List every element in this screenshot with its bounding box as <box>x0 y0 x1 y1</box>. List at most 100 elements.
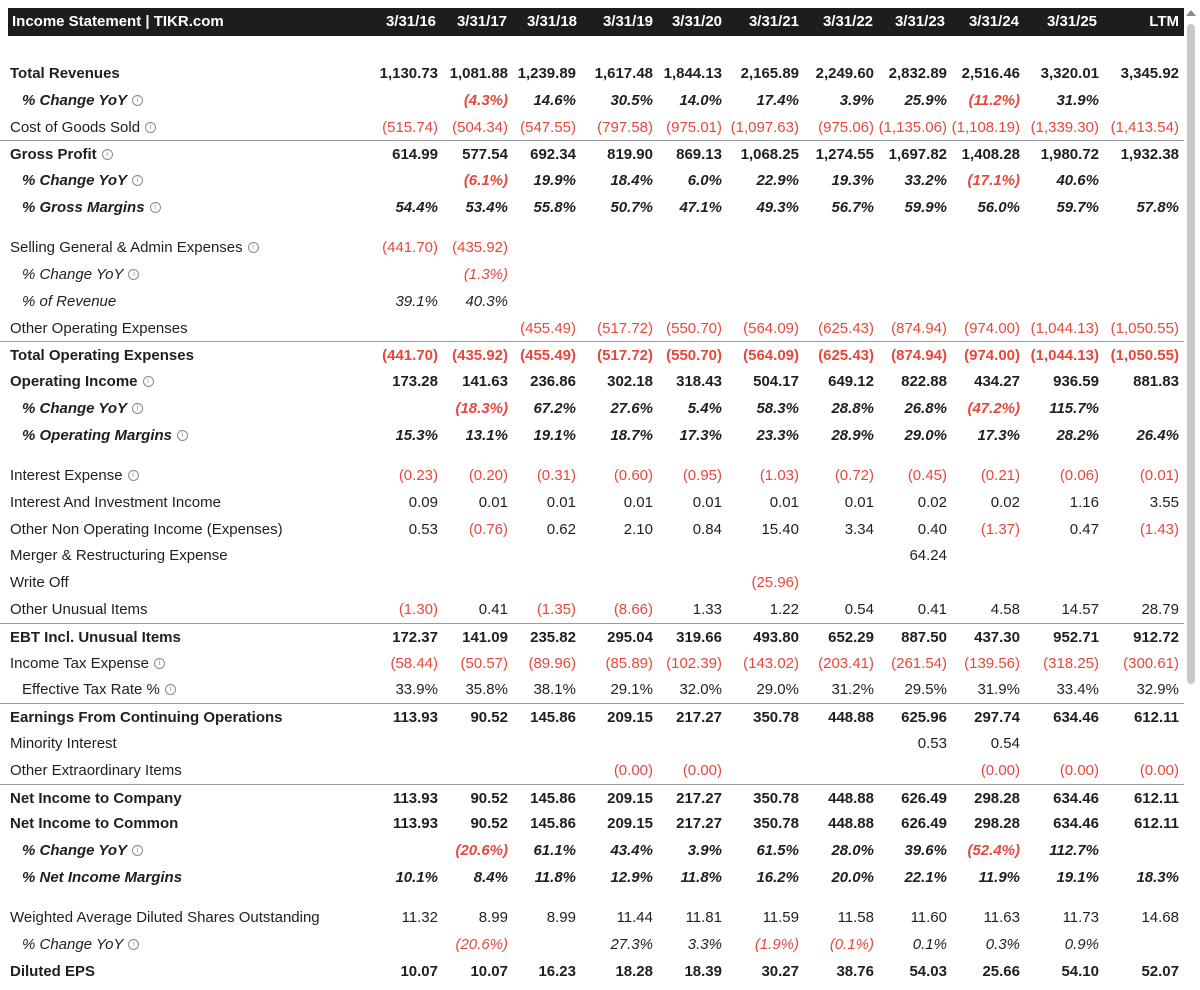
info-icon[interactable]: i <box>132 845 144 856</box>
row-label-text: Write Off <box>10 574 69 591</box>
column-header[interactable]: 3/31/18 <box>527 8 577 36</box>
table-row: Earnings From Continuing Operations 113.9… <box>0 703 1184 731</box>
table-cell: 11.59 <box>762 909 799 926</box>
info-icon[interactable]: i <box>164 684 176 695</box>
table-cell: (102.39) <box>666 655 722 672</box>
info-icon[interactable]: i <box>132 175 144 186</box>
column-header[interactable]: 3/31/20 <box>672 8 722 36</box>
table-cell: (89.96) <box>528 655 576 672</box>
info-icon[interactable]: i <box>132 95 144 106</box>
table-cell: 217.27 <box>676 709 722 726</box>
table-cell: (25.96) <box>751 574 799 591</box>
row-label: Merger & Restructuring Expense <box>10 542 228 569</box>
table-row: Weighted Average Diluted Shares Outstand… <box>0 904 1184 931</box>
table-row: % Change YoY i (1.3%) <box>0 261 1184 288</box>
info-icon[interactable]: i <box>101 149 113 160</box>
table-cell: (1.9%) <box>754 936 799 953</box>
info-icon[interactable]: i <box>153 658 165 669</box>
row-label-text: Selling General & Admin Expenses <box>10 239 243 256</box>
column-header[interactable]: 3/31/16 <box>386 8 436 36</box>
table-cell: 141.63 <box>462 373 508 390</box>
table-cell: 22.1% <box>904 869 947 886</box>
table-cell: (58.44) <box>390 655 438 672</box>
column-header[interactable]: 3/31/21 <box>749 8 799 36</box>
column-header[interactable]: 3/31/19 <box>603 8 653 36</box>
table-row: Operating Income i 173.28 141.63 236.86 302.1… <box>0 368 1184 395</box>
column-header[interactable]: 3/31/17 <box>457 8 507 36</box>
table-cell: (435.92) <box>452 347 508 364</box>
info-icon[interactable]: i <box>128 269 140 280</box>
row-label-text: Net Income to Common <box>10 815 179 832</box>
table-cell: 113.93 <box>392 709 438 726</box>
row-label-text: % Change YoY <box>22 936 124 953</box>
table-cell: 16.23 <box>538 963 576 980</box>
table-cell: 3,320.01 <box>1040 65 1099 82</box>
info-icon[interactable]: i <box>127 470 139 481</box>
info-icon[interactable]: i <box>247 242 259 253</box>
row-label: Other Unusual Items <box>10 596 148 623</box>
table-row: Net Income to Company 113.93 90.52 145.86 20… <box>0 784 1184 812</box>
row-label-text: Other Extraordinary Items <box>10 762 182 779</box>
scrollbar-thumb[interactable] <box>1187 24 1195 684</box>
info-icon[interactable]: i <box>177 430 189 441</box>
table-cell: (1,050.55) <box>1110 320 1179 337</box>
table-cell: 28.9% <box>831 427 874 444</box>
table-cell: 11.63 <box>983 909 1020 926</box>
table-cell: (975.06) <box>818 119 874 136</box>
table-cell: 1,408.28 <box>961 146 1020 163</box>
row-label: % Change YoY i <box>22 87 144 114</box>
table-cell: 11.73 <box>1062 909 1099 926</box>
row-label-text: Other Unusual Items <box>10 601 148 618</box>
table-cell: 504.17 <box>753 373 799 390</box>
table-cell: 692.34 <box>530 146 576 163</box>
table-cell: 29.0% <box>756 681 799 698</box>
table-cell: 145.86 <box>530 815 576 832</box>
row-label-text: Weighted Average Diluted Shares Outstand… <box>10 909 320 926</box>
table-cell: 18.7% <box>610 427 653 444</box>
table-cell: 634.46 <box>1053 709 1099 726</box>
table-cell: 57.8% <box>1136 199 1179 216</box>
row-label-text: % Change YoY <box>22 266 124 283</box>
table-cell: (17.1%) <box>967 172 1020 189</box>
column-header[interactable]: 3/31/23 <box>895 8 945 36</box>
table-cell: (203.41) <box>818 655 874 672</box>
table-cell: 14.6% <box>533 92 576 109</box>
row-label: % of Revenue <box>22 288 116 315</box>
info-icon[interactable]: i <box>132 403 144 414</box>
column-header[interactable]: LTM <box>1149 8 1179 36</box>
table-row: % Gross Margins i 54.4% 53.4% 55.8% 50.7% 47.1… <box>0 194 1184 221</box>
table-cell: 27.6% <box>610 400 653 417</box>
table-cell: 0.54 <box>844 601 874 618</box>
table-cell: (504.34) <box>452 119 508 136</box>
row-label-text: Effective Tax Rate % <box>22 681 160 698</box>
table-cell: 819.90 <box>607 146 653 163</box>
table-cell: (20.6%) <box>455 936 508 953</box>
scroll-up-arrow-icon[interactable] <box>1186 10 1196 16</box>
row-label: Interest Expense i <box>10 462 139 489</box>
table-cell: 43.4% <box>610 842 653 859</box>
table-cell: (0.01) <box>1139 467 1179 484</box>
table-cell: 0.02 <box>917 494 947 511</box>
table-cell: 1,617.48 <box>594 65 653 82</box>
row-label-text: Other Operating Expenses <box>10 320 188 337</box>
table-cell: 173.28 <box>392 373 438 390</box>
table-cell: 3,345.92 <box>1120 65 1179 82</box>
column-header[interactable]: 3/31/25 <box>1047 8 1097 36</box>
info-icon[interactable]: i <box>142 376 154 387</box>
table-cell: (85.89) <box>605 655 653 672</box>
vertical-scrollbar[interactable] <box>1186 10 1196 990</box>
table-cell: (797.58) <box>597 119 653 136</box>
table-cell: 1,239.89 <box>517 65 576 82</box>
table-cell: 59.9% <box>904 199 947 216</box>
row-label: % Change YoY i <box>22 167 144 194</box>
column-header[interactable]: 3/31/24 <box>969 8 1019 36</box>
row-label-text: Other Non Operating Income (Expenses) <box>10 521 283 538</box>
column-header[interactable]: 3/31/22 <box>823 8 873 36</box>
info-icon[interactable]: i <box>145 122 157 133</box>
info-icon[interactable]: i <box>128 939 140 950</box>
table-cell: 61.1% <box>533 842 576 859</box>
table-cell: 1.16 <box>1069 494 1099 511</box>
info-icon[interactable]: i <box>149 202 161 213</box>
row-label-text: Income Tax Expense <box>10 655 149 672</box>
table-cell: (0.00) <box>980 762 1020 779</box>
